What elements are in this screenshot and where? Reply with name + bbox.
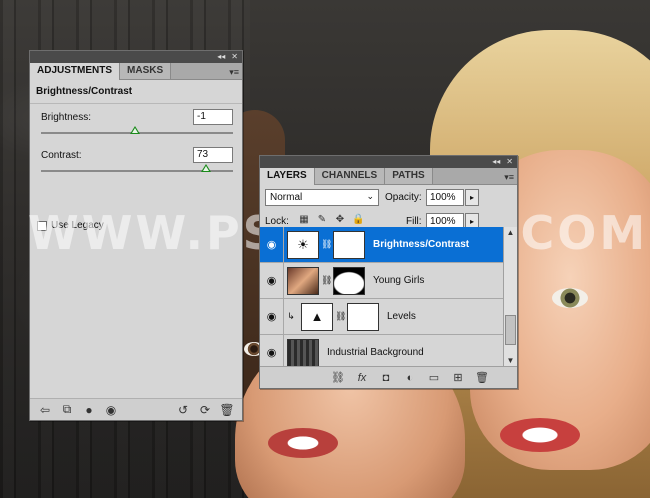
close-icon[interactable]: ✕ [506,157,513,167]
right-girl-smile [500,418,580,452]
layer-row-young-girls[interactable]: ◉ ⛓ Young Girls [260,262,503,299]
layer-name: Levels [387,311,416,322]
brightness-contrast-adjustment-icon: ☀ [287,230,319,259]
layer-name: Young Girls [373,275,425,286]
adjustments-titlebar[interactable]: ◂◂ ✕ [30,51,242,63]
brightness-slider-thumb[interactable] [130,126,141,134]
lock-position-icon[interactable]: ✥ [334,214,346,226]
opacity-slider-arrow-icon[interactable]: ▸ [465,189,479,206]
levels-adjustment-icon: ▲ [301,302,333,331]
layer-list: ◉ ☀ ⛓ Brightness/Contrast ◉ ⛓ Young Girl… [260,227,503,367]
layer-mask-thumbnail[interactable] [347,302,379,331]
clipping-arrow-icon: ↳ [287,311,295,321]
layer-name: Brightness/Contrast [373,239,470,250]
blend-row: Normal ⌄ Opacity: 100% ▸ [260,185,517,209]
mask-link-icon[interactable]: ⛓ [321,239,332,250]
adjustment-layer-icon[interactable]: ◐ [401,372,419,384]
chevron-down-icon: ⌄ [366,191,374,201]
trash-icon[interactable]: 🗑 [216,401,238,419]
contrast-label: Contrast: [41,150,82,161]
layer-name: Industrial Background [327,347,424,358]
tab-layers[interactable]: LAYERS [260,168,315,185]
lock-label: Lock: [265,216,289,227]
layers-titlebar[interactable]: ◂◂ ✕ [260,156,517,168]
contrast-row: Contrast: 73 [30,142,242,180]
reset-icon[interactable]: ⟳ [194,401,216,419]
mask-link-icon[interactable]: ⛓ [335,311,346,322]
adjustment-title: Brightness/Contrast [30,80,242,104]
visibility-eye-icon[interactable]: ◉ [260,298,284,335]
layers-footer: ⛓ fx ◘ ◐ ▭ ⊞ 🗑 [260,366,517,388]
layers-tabs: LAYERS CHANNELS PATHS ▾≡ [260,168,517,185]
adjustments-tabs: ADJUSTMENTS MASKS ▾≡ [30,63,242,80]
scroll-thumb[interactable] [505,315,516,345]
panel-menu-icon[interactable]: ▾≡ [229,67,239,78]
tab-paths[interactable]: PATHS [385,168,433,184]
mask-link-icon[interactable]: ⛓ [321,275,332,286]
collapse-icon[interactable]: ◂◂ [217,52,225,62]
expand-view-icon[interactable]: ⧉ [56,401,78,419]
view-previous-state-icon[interactable]: ↺ [172,401,194,419]
close-icon[interactable]: ✕ [231,52,238,62]
left-girl-smile [268,428,338,458]
brightness-label: Brightness: [41,112,92,123]
tab-masks[interactable]: MASKS [120,63,172,79]
layers-scrollbar[interactable]: ▲ ▼ [503,227,517,367]
layer-thumbnail [287,338,319,367]
lock-transparency-icon[interactable]: ▦ [298,214,310,226]
visibility-eye-icon[interactable]: ◉ [260,334,284,367]
scroll-up-icon[interactable]: ▲ [504,227,517,239]
fill-label: Fill: [406,216,422,227]
lock-all-icon[interactable]: 🔒 [352,214,364,226]
add-mask-icon[interactable]: ◘ [377,372,395,384]
trash-icon[interactable]: 🗑 [473,371,491,384]
new-group-icon[interactable]: ▭ [425,371,443,384]
layer-mask-thumbnail[interactable] [333,230,365,259]
layer-row-industrial-background[interactable]: ◉ Industrial Background [260,334,503,367]
visibility-eye-icon[interactable]: ◉ [260,227,284,263]
visibility-eye-icon[interactable]: ◉ [260,262,284,299]
lock-image-icon[interactable]: ✎ [316,214,328,226]
panel-menu-icon[interactable]: ▾≡ [504,172,514,183]
opacity-input[interactable]: 100% [426,189,464,206]
clip-to-layer-icon[interactable]: ● [78,401,100,419]
new-layer-icon[interactable]: ⊞ [449,371,467,384]
link-layers-icon[interactable]: ⛓ [329,371,347,384]
visibility-eye-icon[interactable]: ◉ [100,401,122,419]
contrast-slider-thumb[interactable] [201,164,212,172]
layer-mask-thumbnail[interactable] [333,266,365,295]
adjustments-footer: ⇦ ⧉ ● ◉ ↺ ⟳ 🗑 [30,398,242,420]
right-girl-eye [552,288,588,308]
brightness-row: Brightness: -1 [30,104,242,142]
blend-mode-select[interactable]: Normal ⌄ [265,189,379,206]
collapse-icon[interactable]: ◂◂ [492,157,500,167]
layers-panel: ◂◂ ✕ LAYERS CHANNELS PATHS ▾≡ Normal ⌄ O… [259,155,518,389]
tab-adjustments[interactable]: ADJUSTMENTS [30,63,121,80]
layer-row-brightness-contrast[interactable]: ◉ ☀ ⛓ Brightness/Contrast [260,227,503,263]
contrast-input[interactable]: 73 [193,147,233,163]
layer-thumbnail [287,266,319,295]
lock-buttons: ▦ ✎ ✥ 🔒 [298,214,364,226]
tab-channels[interactable]: CHANNELS [314,168,386,184]
brightness-input[interactable]: -1 [193,109,233,125]
blend-mode-value: Normal [270,192,303,203]
fx-icon[interactable]: fx [353,372,371,384]
opacity-label: Opacity: [385,192,422,203]
layer-row-levels[interactable]: ◉ ↳ ▲ ⛓ Levels [260,298,503,335]
back-arrow-icon[interactable]: ⇦ [34,401,56,419]
